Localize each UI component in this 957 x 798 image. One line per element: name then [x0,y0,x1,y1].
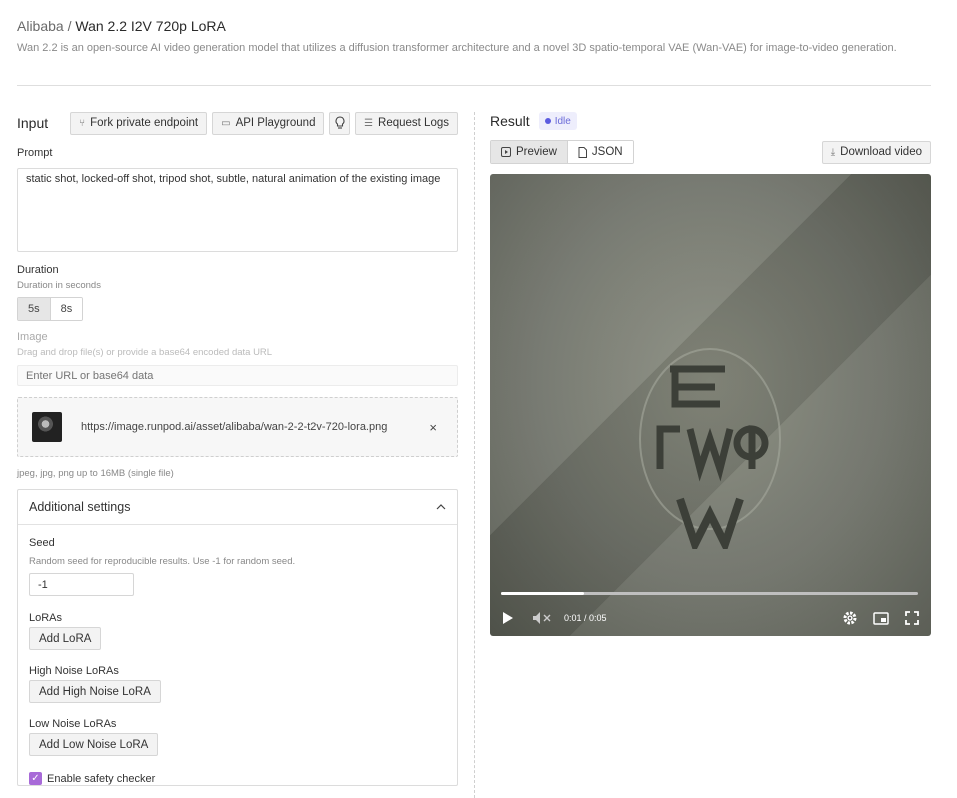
volume-muted-icon[interactable] [532,611,552,625]
duration-label: Duration [17,264,59,276]
model-title: Wan 2.2 I2V 720p LoRA [75,18,226,34]
column-divider [474,112,475,798]
video-time: 0:01 / 0:05 [564,613,607,623]
lightbulb-icon [335,116,345,129]
api-playground-button[interactable]: ▭ API Playground [212,111,325,135]
image-url-input[interactable] [17,365,458,386]
image-label: Image [17,331,48,343]
file-hint: jpeg, jpg, png up to 16MB (single file) [17,468,174,479]
result-title: Result [490,113,530,129]
image-thumbnail [32,412,62,442]
additional-settings-title: Additional settings [29,500,131,514]
header-divider [17,85,931,86]
fullscreen-icon[interactable] [905,611,919,625]
file-url: https://image.runpod.ai/asset/alibaba/wa… [81,421,388,433]
high-noise-loras-label: High Noise LoRAs [29,665,119,677]
tab-preview-label: Preview [516,146,557,158]
safety-checker-label: Enable safety checker [47,772,156,785]
image-help: Drag and drop file(s) or provide a base6… [17,347,273,358]
video-controls: 0:01 / 0:05 [502,606,919,630]
add-high-noise-lora-button[interactable]: Add High Noise LoRA [29,680,161,703]
breadcrumb-separator: / [63,18,76,34]
tab-preview[interactable]: Preview [491,141,567,163]
tips-button[interactable] [329,111,351,135]
download-icon: ⤓ [830,146,836,158]
seed-label: Seed [29,537,55,549]
tab-json[interactable]: JSON [566,141,633,163]
additional-settings-panel: Additional settings Seed Random seed for… [17,489,458,786]
additional-settings-body: Seed Random seed for reproducible result… [18,525,457,785]
api-playground-label: API Playground [235,117,316,129]
uploaded-file: https://image.runpod.ai/asset/alibaba/wa… [17,397,458,457]
request-logs-button[interactable]: ☰ Request Logs [355,111,458,135]
download-video-label: Download video [840,146,922,158]
page-header: Alibaba / Wan 2.2 I2V 720p LoRA Wan 2.2 … [17,18,931,54]
add-low-noise-lora-button[interactable]: Add Low Noise LoRA [29,733,159,756]
video-progress-bar[interactable] [501,592,918,595]
tab-json-label: JSON [591,146,623,158]
duration-option-8s[interactable]: 8s [49,298,83,320]
video-player[interactable]: 0:01 / 0:05 [490,174,931,636]
additional-settings-header[interactable]: Additional settings [18,490,457,525]
add-lora-button[interactable]: Add LoRA [29,627,102,650]
input-title: Input [17,115,49,131]
settings-gear-icon[interactable] [842,610,858,626]
result-tabs: Preview JSON [490,140,634,164]
list-icon: ☰ [364,117,374,129]
play-square-icon [501,147,511,157]
loras-label: LoRAs [29,612,63,624]
duration-option-5s[interactable]: 5s [18,298,50,320]
book-icon: ▭ [221,117,231,129]
video-frame-image [639,348,781,549]
close-icon[interactable]: × [429,420,437,435]
chevron-up-icon [436,504,446,510]
page-title: Alibaba / Wan 2.2 I2V 720p LoRA [17,18,931,34]
fork-icon: ⑂ [79,117,86,129]
breadcrumb-root[interactable]: Alibaba [17,18,64,34]
prompt-input[interactable]: static shot, locked-off shot, tripod sho… [17,168,458,252]
request-logs-label: Request Logs [378,117,449,129]
low-noise-loras-label: Low Noise LoRAs [29,718,117,730]
play-icon[interactable] [502,611,514,625]
seed-help: Random seed for reproducible results. Us… [29,556,296,567]
duration-toggle: 5s 8s [17,297,84,321]
safety-checkbox[interactable]: ✓ [29,772,42,785]
model-description: Wan 2.2 is an open-source AI video gener… [17,42,897,54]
prompt-label: Prompt [17,147,53,159]
status-text: Idle [554,115,571,127]
input-column: Input ⑂ Fork private endpoint ▭ API Play… [17,110,458,786]
status-dot-icon [544,118,551,124]
fork-endpoint-button[interactable]: ⑂ Fork private endpoint [70,111,208,135]
result-column: Result Idle Preview JSON ⤓ Download vide… [490,110,931,636]
video-progress-fill [501,592,585,595]
duration-help: Duration in seconds [17,280,101,291]
seed-input[interactable] [29,573,134,596]
file-icon [578,146,587,158]
picture-in-picture-icon[interactable] [873,611,889,625]
download-video-button[interactable]: ⤓ Download video [821,140,931,164]
fork-endpoint-label: Fork private endpoint [90,117,199,129]
status-badge: Idle [538,112,577,130]
